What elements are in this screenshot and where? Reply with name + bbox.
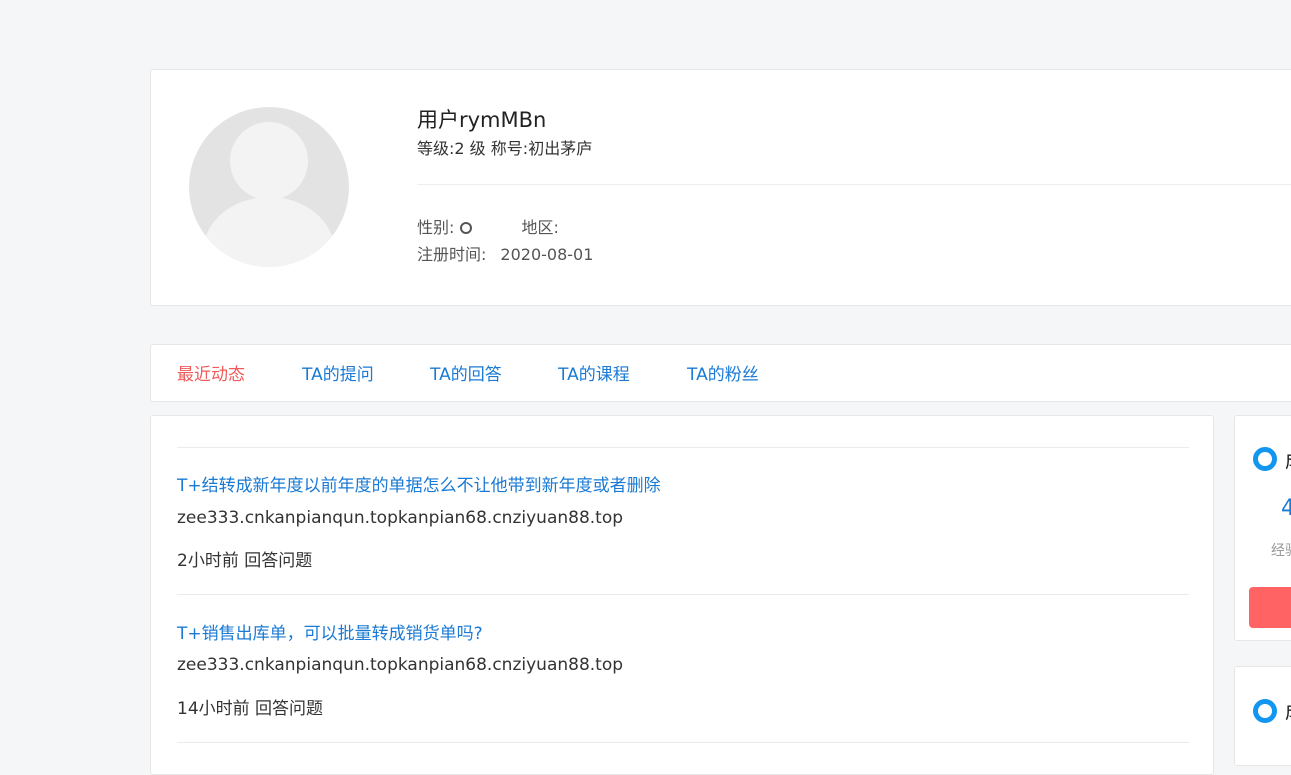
register-label: 注册时间: — [417, 245, 487, 264]
feed-item-title[interactable]: T+销售出库单，可以批量转成销货单吗? — [177, 619, 483, 644]
profile-divider — [417, 184, 1291, 185]
user-name: 用户rymMBn — [417, 108, 547, 132]
ring-icon — [1253, 447, 1277, 471]
activity-feed: T+结转成新年度以前年度的单据怎么不让他带到新年度或者删除 zee333.cnk… — [150, 415, 1214, 775]
level-line: 等级:2 级 称号:初出茅庐 — [417, 135, 592, 159]
avatar-head-shape — [230, 122, 308, 200]
avatar — [189, 107, 349, 267]
feed-item-text: zee333.cnkanpianqun.topkanpian68.cnziyua… — [177, 655, 624, 675]
register-line: 注册时间: 2020-08-01 — [417, 241, 593, 265]
level-label: 等级: — [417, 139, 455, 158]
gender-label: 性别: — [417, 218, 455, 237]
level-value: 2 级 — [454, 139, 486, 158]
profile-card: 用户rymMBn 等级:2 级 称号:初出茅庐 性别: 地区: 注册时间: 202… — [150, 69, 1291, 306]
avatar-body-shape — [203, 197, 335, 267]
gender-line: 性别: 地区: — [417, 214, 559, 238]
side-card-sublabel: 经验 — [1271, 543, 1291, 559]
side-card-title: 成 — [1285, 446, 1291, 473]
feed-divider — [177, 594, 1189, 595]
tab-answers[interactable]: TA的回答 — [430, 360, 502, 385]
side-action-button[interactable] — [1249, 587, 1291, 628]
tab-recent-activity[interactable]: 最近动态 — [177, 360, 245, 385]
tab-courses[interactable]: TA的课程 — [558, 360, 630, 385]
register-date: 2020-08-01 — [500, 245, 594, 264]
gender-icon — [460, 222, 473, 234]
feed-divider — [177, 742, 1189, 743]
feed-item-text: zee333.cnkanpianqun.topkanpian68.cnziyua… — [177, 508, 624, 528]
side-card-title: 成 — [1285, 697, 1291, 724]
title-value: 初出茅庐 — [528, 139, 593, 158]
title-label: 称号: — [490, 139, 529, 158]
side-card-value[interactable]: 4 — [1281, 496, 1291, 521]
profile-tabs: 最近动态 TA的提问 TA的回答 TA的课程 TA的粉丝 — [150, 344, 1291, 402]
side-card-second: 成 — [1234, 666, 1291, 766]
feed-item-meta: 14小时前 回答问题 — [177, 699, 324, 719]
feed-item-meta: 2小时前 回答问题 — [177, 551, 313, 571]
feed-item-title[interactable]: T+结转成新年度以前年度的单据怎么不让他带到新年度或者删除 — [177, 471, 661, 496]
tab-fans[interactable]: TA的粉丝 — [687, 360, 759, 385]
region-label: 地区: — [521, 218, 559, 237]
side-card-stats: 成 4 经验 — [1234, 415, 1291, 641]
feed-divider — [177, 447, 1189, 448]
ring-icon — [1253, 699, 1277, 723]
tab-questions[interactable]: TA的提问 — [302, 360, 374, 385]
